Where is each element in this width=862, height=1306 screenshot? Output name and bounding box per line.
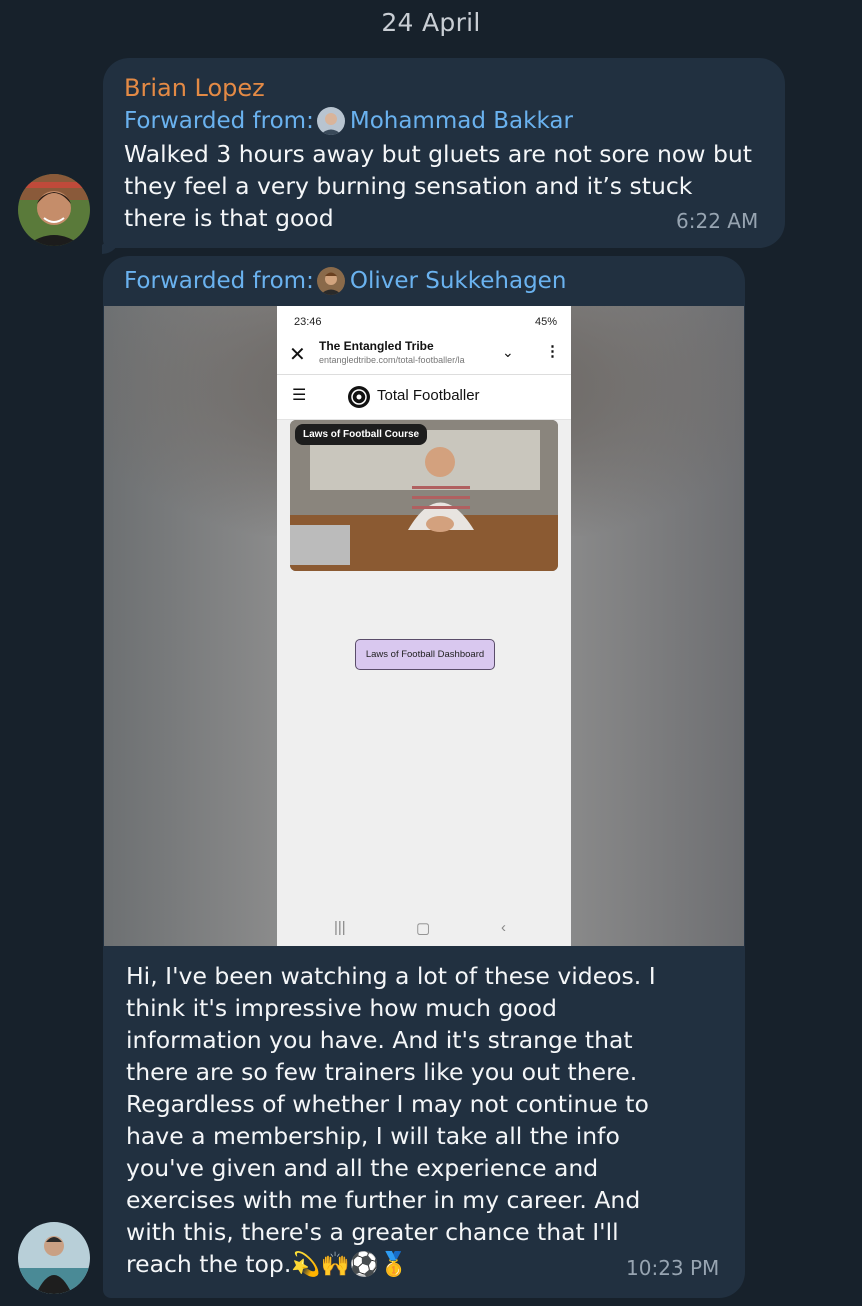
message-line: there is that good (124, 204, 334, 232)
browser-bar: ✕ The Entangled Tribe entangledtribe.com… (277, 336, 571, 375)
recents-icon: ||| (334, 919, 346, 936)
phone-status-bar: 23:46 45% (277, 306, 571, 336)
forwarded-from-name[interactable]: Mohammad Bakkar (350, 108, 573, 134)
status-time: 23:46 (294, 316, 322, 328)
message-line: reach the top.💫🙌⚽🥇 (126, 1250, 409, 1278)
message-line: exercises with me further in my career. … (126, 1186, 641, 1214)
close-icon: ✕ (289, 344, 306, 366)
home-icon: ▢ (416, 920, 431, 937)
message-line: they feel a very burning sensation and i… (124, 172, 693, 200)
message-line: information you have. And it's strange t… (126, 1026, 633, 1054)
message-line: have a membership, I will take all the i… (126, 1122, 620, 1150)
site-name: Total Footballer (377, 387, 480, 404)
message-line: think it's impressive how much good (126, 994, 557, 1022)
sender-name[interactable]: Brian Lopez (124, 74, 265, 102)
status-battery: 45% (534, 316, 557, 328)
forwarded-label: Forwarded from: (124, 268, 314, 294)
forwarded-avatar (316, 107, 345, 135)
message-line: Walked 3 hours away but gluets are not s… (124, 140, 752, 168)
forwarded-label: Forwarded from: (124, 108, 314, 134)
phone-nav-bar: ||| ▢ ‹ (277, 914, 571, 946)
message-line: with this, there's a greater chance that… (126, 1218, 619, 1246)
message-line: there are so few trainers like you out t… (126, 1058, 638, 1086)
forwarded-header[interactable]: Forwarded from: Oliver Sukkehagen (124, 267, 566, 295)
message-text: Hi, I've been watching a lot of these vi… (126, 960, 656, 1280)
menu-icon: ☰ (292, 387, 307, 404)
avatar-sender-2[interactable] (18, 1222, 90, 1294)
date-separator: 24 April (381, 8, 481, 37)
site-logo (348, 386, 370, 408)
back-icon: ‹ (501, 919, 506, 936)
dashboard-button: Laws of Football Dashboard (355, 639, 495, 670)
more-icon: ⋮ (545, 343, 560, 360)
message-bubble-2[interactable]: Forwarded from: Oliver Sukkehagen 23:46 … (103, 256, 745, 1298)
message-line: you've given and all the experience and (126, 1154, 599, 1182)
site-header: ☰ Total Footballer (277, 375, 571, 420)
phone-screenshot: 23:46 45% ✕ The Entangled Tribe entangle… (277, 306, 571, 946)
forwarded-header[interactable]: Forwarded from: Mohammad Bakkar (124, 107, 573, 135)
forwarded-avatar (316, 267, 345, 295)
message-text: Walked 3 hours away but gluets are not s… (124, 138, 752, 234)
message-time: 6:22 AM (676, 209, 759, 233)
message-line: Hi, I've been watching a lot of these vi… (126, 962, 656, 990)
video-label: Laws of Football Course (295, 424, 428, 445)
message-line: Regardless of whether I may not continue… (126, 1090, 649, 1118)
chevron-down-icon: ⌄ (502, 344, 514, 360)
message-bubble-1[interactable]: Brian Lopez Forwarded from: Mohammad Bak… (103, 58, 785, 248)
message-time: 10:23 PM (626, 1256, 720, 1280)
avatar-brian-lopez[interactable] (18, 174, 90, 246)
forwarded-from-name[interactable]: Oliver Sukkehagen (350, 268, 567, 294)
media-screenshot[interactable]: 23:46 45% ✕ The Entangled Tribe entangle… (104, 306, 744, 946)
browser-url: entangledtribe.com/total-footballer/la (319, 355, 465, 365)
browser-title: The Entangled Tribe (319, 339, 434, 353)
